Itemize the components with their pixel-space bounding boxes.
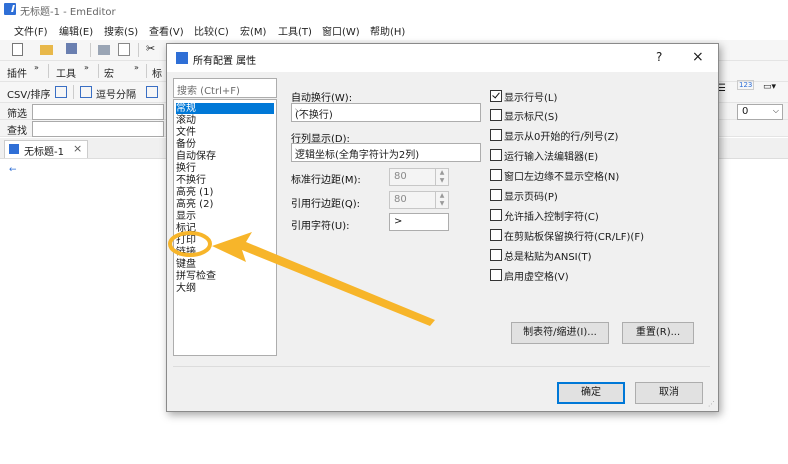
- annotation-overlay: [168, 231, 435, 326]
- pointer-arrow-icon: [212, 232, 435, 326]
- highlight-circle-icon: [168, 231, 212, 257]
